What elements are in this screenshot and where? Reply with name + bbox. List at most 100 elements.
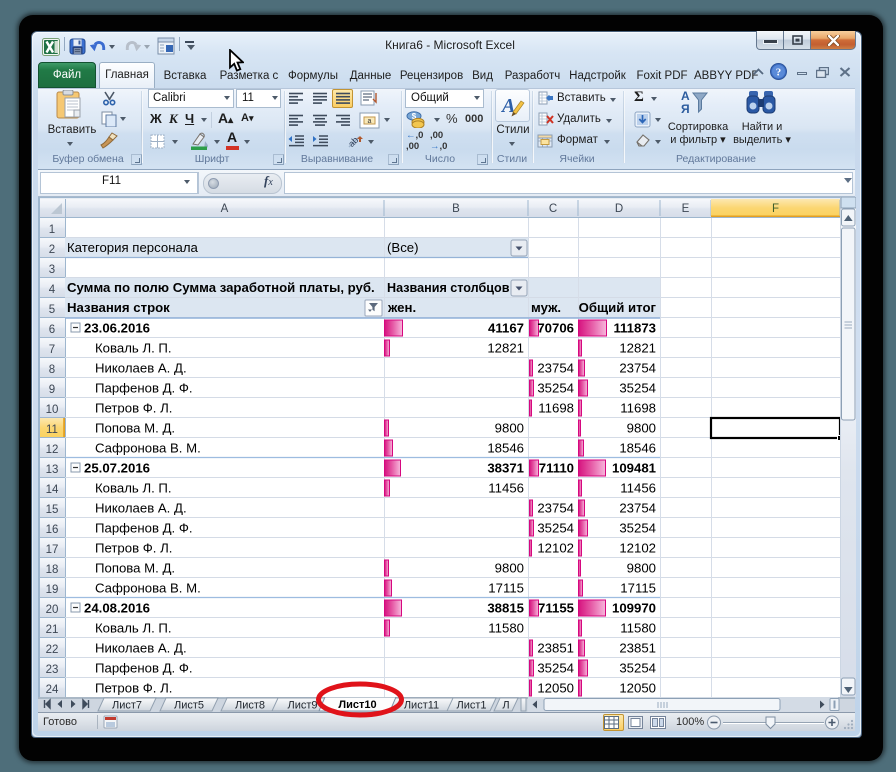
svg-text:18546: 18546 [619, 441, 656, 456]
svg-text:20: 20 [46, 604, 59, 616]
svg-text:23: 23 [46, 664, 59, 676]
svg-text:C: C [549, 203, 557, 215]
svg-text:1: 1 [49, 224, 55, 236]
svg-text:9800: 9800 [495, 561, 524, 576]
svg-text:Названия строк: Названия строк [67, 300, 170, 315]
svg-text:6: 6 [49, 324, 55, 336]
svg-text:18: 18 [46, 564, 59, 576]
svg-text:Категория персонала: Категория персонала [67, 240, 199, 255]
svg-text:109970: 109970 [612, 601, 656, 616]
svg-text:Названия столбцов: Названия столбцов [387, 281, 510, 295]
svg-text:24: 24 [46, 684, 59, 696]
svg-text:9800: 9800 [627, 421, 656, 436]
svg-text:Сафронова В. М.: Сафронова В. М. [95, 441, 201, 456]
svg-text:11456: 11456 [488, 481, 524, 496]
svg-text:12: 12 [46, 444, 59, 456]
svg-text:10: 10 [46, 404, 59, 416]
svg-text:Попова М. Д.: Попова М. Д. [95, 421, 175, 436]
svg-text:B: B [452, 203, 460, 215]
svg-text:38815: 38815 [487, 601, 524, 616]
svg-text:Петров Ф. Л.: Петров Ф. Л. [95, 541, 172, 556]
svg-text:А: А [681, 89, 690, 103]
svg-text:Коваль Л. П.: Коваль Л. П. [95, 621, 172, 636]
svg-text:Лист5: Лист5 [174, 700, 204, 712]
svg-text:9: 9 [49, 384, 55, 396]
svg-text:Лист1: Лист1 [456, 700, 486, 712]
svg-text:18546: 18546 [487, 441, 524, 456]
svg-text:7: 7 [49, 344, 55, 356]
svg-text:23754: 23754 [537, 501, 574, 516]
svg-text:муж.: муж. [531, 300, 561, 315]
svg-text:E: E [682, 203, 690, 215]
svg-text:Лист8: Лист8 [235, 700, 265, 712]
svg-text:Парфенов Д. Ф.: Парфенов Д. Ф. [95, 381, 193, 396]
svg-text:19: 19 [46, 584, 59, 596]
svg-text:Лист7: Лист7 [112, 700, 142, 712]
svg-text:11698: 11698 [620, 401, 656, 416]
svg-text:8: 8 [49, 364, 55, 376]
svg-text:25.07.2016: 25.07.2016 [84, 461, 150, 476]
svg-text:11580: 11580 [620, 621, 656, 636]
svg-text:23851: 23851 [537, 641, 574, 656]
svg-text:71155: 71155 [538, 601, 574, 616]
svg-text:Я: Я [681, 102, 690, 116]
svg-text:23.06.2016: 23.06.2016 [84, 321, 150, 336]
svg-text:35254: 35254 [537, 381, 574, 396]
svg-text:23754: 23754 [619, 501, 656, 516]
svg-text:71110: 71110 [539, 461, 574, 476]
svg-text:a: a [368, 118, 372, 125]
svg-text:Петров Ф. Л.: Петров Ф. Л. [95, 401, 172, 416]
svg-text:Общий итог: Общий итог [579, 300, 657, 315]
svg-text:Лист9: Лист9 [287, 700, 317, 712]
svg-text:Николаев А. Д.: Николаев А. Д. [95, 361, 187, 376]
svg-text:14: 14 [46, 484, 59, 496]
svg-text:F: F [772, 203, 779, 215]
svg-text:35254: 35254 [537, 661, 574, 676]
svg-text:12821: 12821 [619, 341, 656, 356]
svg-text:17115: 17115 [488, 581, 524, 596]
svg-text:Николаев А. Д.: Николаев А. Д. [95, 501, 187, 516]
svg-text:12050: 12050 [619, 681, 656, 696]
svg-text:12102: 12102 [537, 541, 574, 556]
svg-text:22: 22 [46, 644, 59, 656]
svg-text:Коваль Л. П.: Коваль Л. П. [95, 481, 172, 496]
svg-text:Петров Ф. Л.: Петров Ф. Л. [95, 681, 172, 696]
svg-text:Попова М. Д.: Попова М. Д. [95, 561, 175, 576]
svg-text:Коваль Л. П.: Коваль Л. П. [95, 341, 172, 356]
svg-text:111873: 111873 [613, 321, 656, 336]
svg-text:Л: Л [502, 700, 509, 712]
svg-text:41167: 41167 [488, 321, 524, 336]
svg-text:Парфенов Д. Ф.: Парфенов Д. Ф. [95, 661, 193, 676]
svg-text:Сумма по полю Сумма заработной: Сумма по полю Сумма заработной платы, ру… [67, 280, 375, 295]
svg-text:109481: 109481 [612, 461, 656, 476]
svg-text:3: 3 [49, 264, 55, 276]
svg-text:D: D [615, 203, 623, 215]
svg-text:жен.: жен. [387, 300, 416, 315]
svg-text:12102: 12102 [619, 541, 656, 556]
svg-text:17: 17 [46, 544, 59, 556]
svg-text:12050: 12050 [537, 681, 574, 696]
svg-text:12821: 12821 [487, 341, 524, 356]
svg-text:2: 2 [49, 244, 55, 256]
svg-text:70706: 70706 [537, 321, 574, 336]
svg-text:23754: 23754 [537, 361, 574, 376]
svg-text:Сафронова В. М.: Сафронова В. М. [95, 581, 201, 596]
svg-text:38371: 38371 [487, 461, 524, 476]
svg-text:A: A [221, 203, 229, 215]
svg-text:35254: 35254 [619, 381, 656, 396]
svg-text:24.08.2016: 24.08.2016 [84, 601, 150, 616]
svg-text:17115: 17115 [620, 581, 656, 596]
svg-text:?: ? [776, 67, 782, 79]
svg-text:11456: 11456 [620, 481, 656, 496]
svg-text:(Все): (Все) [387, 240, 419, 255]
svg-text:Парфенов Д. Ф.: Парфенов Д. Ф. [95, 521, 193, 536]
svg-text:11: 11 [46, 424, 58, 436]
svg-text:13: 13 [46, 464, 59, 476]
svg-text:11580: 11580 [488, 621, 524, 636]
svg-text:Лист11: Лист11 [404, 700, 439, 712]
svg-text:16: 16 [46, 524, 59, 536]
svg-text:23754: 23754 [619, 361, 656, 376]
svg-text:9800: 9800 [627, 561, 656, 576]
svg-text:35254: 35254 [537, 521, 574, 536]
svg-text:11698: 11698 [538, 401, 574, 416]
